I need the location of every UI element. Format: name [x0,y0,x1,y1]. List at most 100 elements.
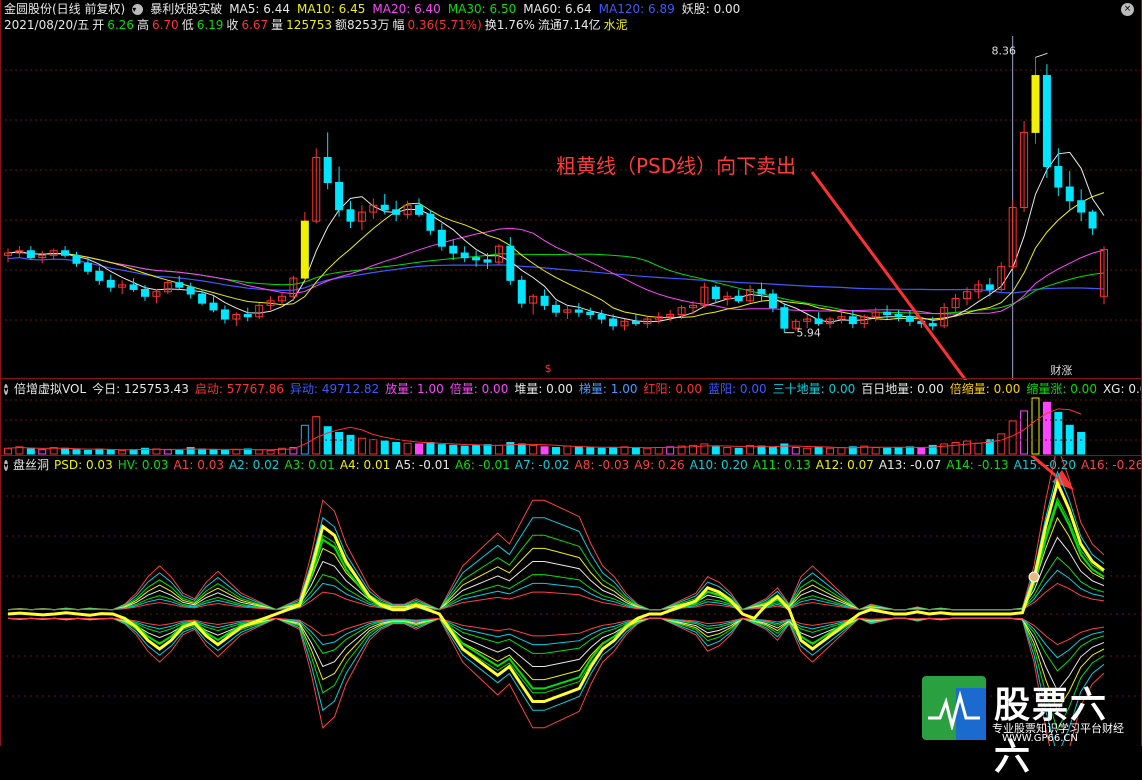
candle-body [380,204,389,211]
candle-body [141,288,149,297]
volume-bar [95,448,104,455]
volume-bar [803,447,812,455]
volume-bar [1020,410,1029,455]
candle-body [1077,200,1086,213]
candle-body [1042,75,1051,168]
volume-bar [791,447,800,455]
high-price-label: 8.36 [992,44,1017,57]
ma60-line [7,256,1105,294]
candle-body [506,245,515,281]
candle-body [472,257,481,261]
candle-body [1054,166,1063,188]
volume-bar [586,447,595,455]
volume-bar [1077,431,1086,455]
volume-bar [883,447,892,455]
volume-bar [1031,397,1040,455]
candle-body [928,323,937,327]
candle-body [83,262,92,272]
candle-body [540,295,549,306]
candle-body [243,313,252,318]
volume-bar [403,442,412,455]
candle-body [335,181,344,211]
candle-body [346,209,355,222]
candle-body [1088,211,1097,229]
logo-url: WWW.GP66.CN [1002,733,1078,744]
annotation-text: 粗黄线（PSD线）向下卖出 [556,154,797,178]
volume-bar [871,447,880,455]
annotation-arrow [810,171,968,380]
volume-bar [220,449,229,455]
volume-bar [392,442,401,455]
candle-body [300,220,309,279]
volume-bar [426,442,435,455]
candle-body [323,156,332,183]
volume-bar [449,444,458,455]
candle-body [768,293,777,309]
candle-body [631,320,640,325]
volume-bar [631,447,640,455]
candle-body [460,252,469,259]
volume-bar [369,439,378,455]
volume-bar [380,440,389,455]
candle-body [186,286,195,295]
candle-body [61,250,70,256]
candle-body [437,229,446,247]
signal-dot [1028,571,1040,583]
envelope-line-upper [7,536,1105,611]
volume-bar [768,446,777,455]
volume-bar [654,447,663,455]
volume-bar [312,416,321,455]
volume-bar [61,447,70,455]
volume-bar [517,443,526,455]
candle-body [95,270,104,281]
price-chart[interactable]: 8.36 5.94 财涨 $ [0,0,1142,380]
watermark-logo: 股票六六 专业股票知识学习平台财经 WWW.GP66.CN [922,676,1136,778]
candle-body [449,245,458,254]
volume-bar [814,447,823,455]
volume-bar [357,437,366,455]
candle-body [985,284,994,290]
candle-body [883,311,892,315]
volume-chart[interactable] [0,380,1142,456]
candle-body [734,295,743,302]
volume-bar [529,444,538,455]
volume-bar [894,447,903,455]
candle-body [848,316,857,325]
volume-bar [940,443,949,455]
volume-bar [129,449,138,455]
ma10-line [7,192,1105,321]
high-pointer [1035,52,1048,58]
volume-bar [266,449,275,455]
volume-bar [175,449,184,455]
volume-bar [837,447,846,455]
candle-body [894,313,903,318]
candle-body [780,307,789,329]
low-price-label: 5.94 [796,327,821,340]
volume-bar [1008,420,1017,455]
volume-bar [472,444,481,455]
volume-bar [905,446,914,455]
volume-bar [951,442,960,455]
candle-body [198,293,207,304]
candle-body [175,282,184,288]
candle-body [483,259,492,263]
candle-body [905,316,914,322]
volume-bar [1065,424,1074,455]
volume-bar [106,449,115,455]
volume-bar [335,431,344,455]
volume-bar [917,447,926,455]
candle-body [586,311,595,315]
event-label: 财涨 [1050,363,1072,377]
candle-body [517,279,526,304]
volume-bar [723,447,732,455]
candle-body [72,254,81,264]
volume-bar [300,424,309,455]
candle-body [426,213,435,231]
candle-body [574,309,583,313]
candle-body [415,204,423,215]
volume-bar [643,447,652,455]
volume-bar [997,433,1006,455]
volume-bar [83,449,92,455]
volume-bar [232,449,241,455]
volume-bar [609,447,618,455]
